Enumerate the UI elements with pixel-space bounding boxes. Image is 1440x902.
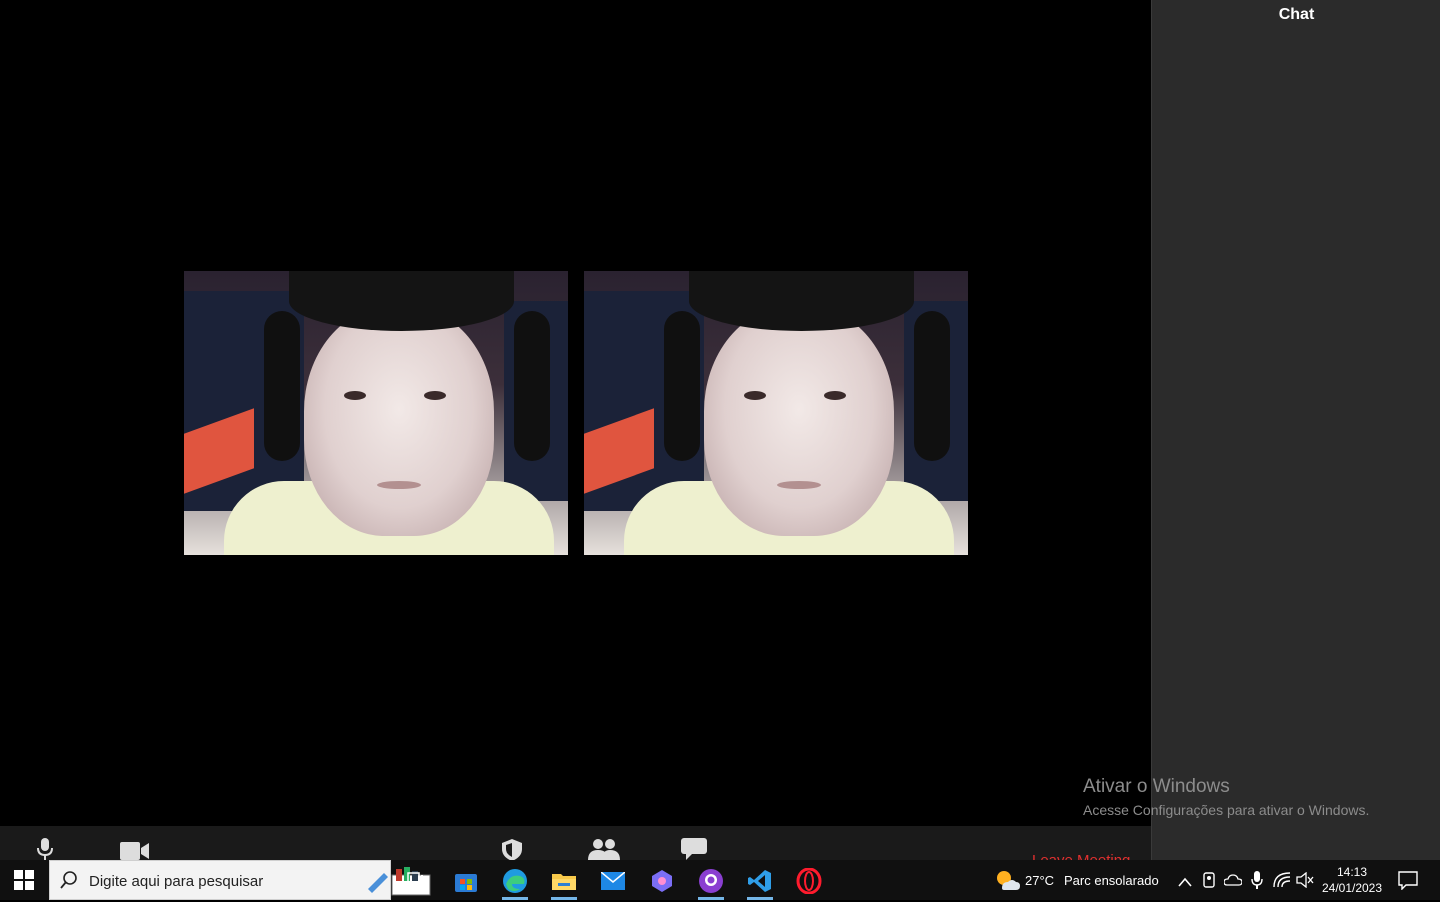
- face: [704, 306, 894, 536]
- shield-icon[interactable]: [500, 838, 524, 860]
- microphone-icon[interactable]: [36, 838, 54, 860]
- eye-right: [424, 391, 446, 400]
- chat-title: Chat: [1278, 6, 1315, 23]
- mail-icon[interactable]: [592, 864, 634, 898]
- app-hexagon-icon[interactable]: [641, 864, 683, 898]
- face: [304, 306, 494, 536]
- weather-description[interactable]: Parc ensolarado: [1064, 873, 1159, 888]
- cap: [289, 271, 514, 331]
- task-view-icon[interactable]: [396, 864, 438, 898]
- meeting-toolbar: Leave Meeting: [0, 826, 1151, 860]
- watermark-title: Ativar o Windows: [1083, 776, 1230, 797]
- cap: [689, 271, 914, 331]
- meet-now-icon[interactable]: [1202, 872, 1216, 893]
- system-clock[interactable]: 14:13 24/01/2023: [1318, 864, 1386, 896]
- video-tile-self[interactable]: [184, 271, 568, 555]
- mouth: [777, 481, 821, 489]
- eye-left: [344, 391, 366, 400]
- headset-left: [664, 311, 700, 461]
- taskbar-search-input[interactable]: Digite aqui para pesquisar: [49, 860, 431, 900]
- headset-right: [914, 311, 950, 461]
- microsoft-store-icon[interactable]: [445, 864, 487, 898]
- headset-left: [264, 311, 300, 461]
- clock-time: 14:13: [1336, 865, 1368, 879]
- microphone-tray-icon[interactable]: [1251, 871, 1263, 894]
- search-placeholder: Digite aqui para pesquisar: [89, 873, 264, 890]
- clock-date: 24/01/2023: [1321, 881, 1383, 895]
- chevron-up-icon[interactable]: [1178, 874, 1192, 892]
- windows-start-icon[interactable]: [14, 870, 34, 890]
- activation-watermark: Ativar o Windows Acesse Configurações pa…: [1083, 776, 1369, 818]
- onedrive-icon[interactable]: [1223, 873, 1243, 891]
- weather-temp[interactable]: 27°C: [1025, 873, 1054, 888]
- camera-icon[interactable]: [120, 842, 150, 860]
- mouth: [377, 481, 421, 489]
- leave-meeting-button[interactable]: Leave Meeting: [1032, 852, 1130, 860]
- file-explorer-icon[interactable]: [543, 864, 585, 900]
- watermark-subtitle: Acesse Configurações para ativar o Windo…: [1083, 802, 1370, 818]
- video-tile-remote[interactable]: [584, 271, 968, 555]
- participants-icon[interactable]: [588, 838, 620, 860]
- notifications-icon[interactable]: [1398, 870, 1418, 895]
- chat-bubble-icon[interactable]: [681, 838, 707, 860]
- chat-panel: Chat: [1151, 0, 1440, 860]
- search-icon: [60, 871, 78, 894]
- speaker-muted-icon[interactable]: [1296, 871, 1314, 893]
- github-desktop-icon[interactable]: [690, 864, 732, 900]
- eye-right: [824, 391, 846, 400]
- wifi-icon[interactable]: [1273, 872, 1291, 893]
- vscode-icon[interactable]: [739, 864, 781, 900]
- weather-icon[interactable]: [994, 868, 1020, 897]
- opera-icon[interactable]: [788, 864, 830, 898]
- eye-left: [744, 391, 766, 400]
- video-stage: [0, 0, 1150, 826]
- edge-browser-icon[interactable]: [494, 864, 536, 900]
- meeting-window: Chat Leave Meeting: [0, 0, 1440, 860]
- headset-right: [514, 311, 550, 461]
- windows-taskbar: Digite aqui para pesquisar 27°C Parc ens…: [0, 860, 1440, 900]
